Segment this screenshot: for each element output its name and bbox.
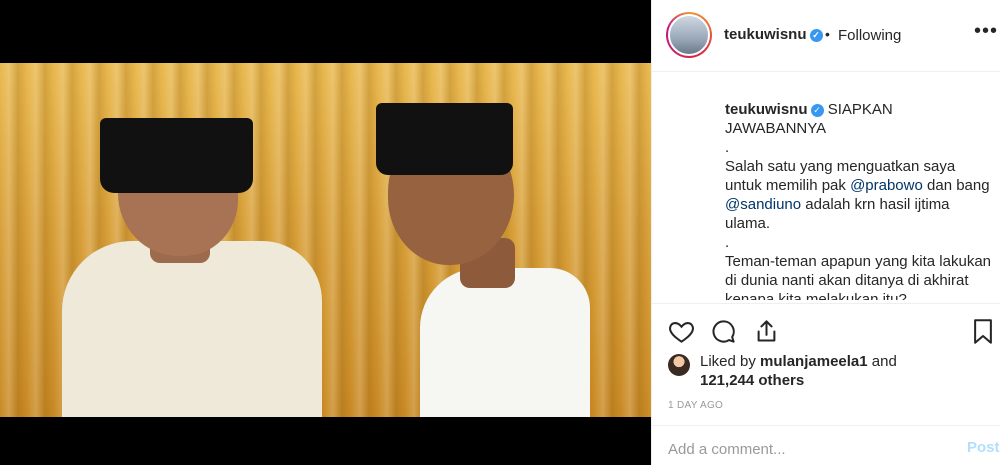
verified-badge-icon: ✓ bbox=[810, 104, 824, 117]
post-side-panel: teukuwisnu ✓ • Following ••• teukuwisnu ✓ … bbox=[651, 0, 1000, 465]
bookmark-icon[interactable] bbox=[971, 318, 995, 350]
more-options-icon[interactable]: ••• bbox=[974, 20, 998, 43]
caption-text: dan bang bbox=[922, 177, 990, 194]
heart-icon[interactable] bbox=[668, 318, 695, 350]
caption-username[interactable]: teukuwisnu bbox=[725, 101, 808, 118]
comment-icon[interactable] bbox=[710, 318, 737, 350]
liker-avatar[interactable] bbox=[668, 354, 690, 376]
action-bar bbox=[652, 303, 1000, 355]
post-header: teukuwisnu ✓ • Following ••• bbox=[652, 0, 1000, 72]
caption-dot: . bbox=[725, 139, 730, 156]
post-photo[interactable] bbox=[0, 63, 651, 417]
person-right-body bbox=[420, 268, 590, 417]
likes-count[interactable]: 121,244 others bbox=[700, 372, 804, 389]
liker-username[interactable]: mulanjameela1 bbox=[760, 353, 868, 370]
author-avatar[interactable] bbox=[666, 12, 712, 58]
following-button[interactable]: Following bbox=[838, 27, 901, 44]
header-separator: • bbox=[825, 26, 830, 42]
post-timestamp[interactable]: 1 DAY AGO bbox=[668, 400, 723, 411]
person-right-cap bbox=[376, 103, 513, 175]
comment-input[interactable] bbox=[668, 437, 928, 461]
author-username[interactable]: teukuwisnu ✓ bbox=[724, 26, 823, 43]
mention-link[interactable]: @prabowo bbox=[850, 177, 923, 194]
post-media[interactable] bbox=[0, 0, 651, 465]
person-left-body bbox=[62, 241, 322, 417]
post-caption: teukuwisnu ✓ SIAPKAN JAWABANNYA . Salah s… bbox=[725, 100, 991, 300]
share-icon[interactable] bbox=[753, 318, 780, 350]
mention-link[interactable]: @sandiuno bbox=[725, 196, 801, 213]
caption-text: Teman-teman apapun yang kita lakukan di … bbox=[725, 253, 991, 300]
likes-middle: and bbox=[867, 353, 897, 370]
comment-bar: Post bbox=[652, 425, 1000, 465]
likes-prefix: Liked by bbox=[700, 353, 761, 370]
caption-dot: . bbox=[725, 234, 730, 251]
post-comment-button[interactable]: Post bbox=[967, 439, 1000, 456]
verified-badge-icon: ✓ bbox=[809, 29, 823, 42]
person-left-cap bbox=[100, 118, 253, 193]
